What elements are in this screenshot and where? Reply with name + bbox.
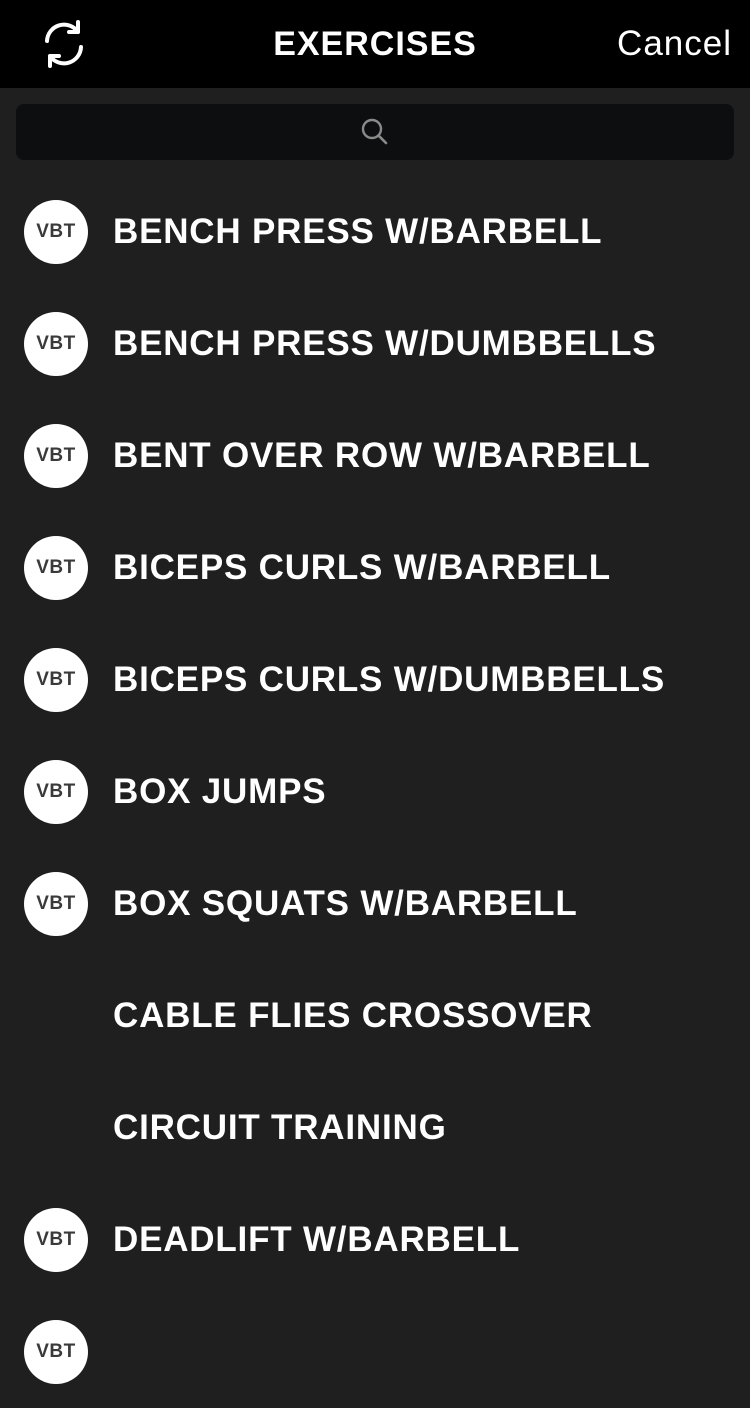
navigation-bar: EXERCISES Cancel [0,0,750,88]
vbt-badge: VBT [24,312,88,376]
vbt-badge: VBT [24,424,88,488]
exercise-label: BOX SQUATS W/BARBELL [113,884,578,923]
exercise-row[interactable]: VBT BENCH PRESS W/DUMBBELLS [0,288,750,400]
exercise-row[interactable]: VBT DEADLIFT W/BARBELL [0,1184,750,1296]
exercise-row[interactable]: VBT BOX SQUATS W/BARBELL [0,848,750,960]
exercise-row[interactable]: VBT [0,1296,750,1408]
exercise-label: BICEPS CURLS W/BARBELL [113,548,611,587]
exercise-row[interactable]: CIRCUIT TRAINING [0,1072,750,1184]
exercise-row[interactable]: VBT BENCH PRESS W/BARBELL [0,176,750,288]
vbt-badge: VBT [24,536,88,600]
exercise-row[interactable]: CABLE FLIES CROSSOVER [0,960,750,1072]
exercise-label: BENCH PRESS W/DUMBBELLS [113,324,657,363]
refresh-button[interactable] [34,16,94,72]
exercise-list: VBT BENCH PRESS W/BARBELL VBT BENCH PRES… [0,176,750,1408]
search-input[interactable] [16,104,738,162]
cancel-button[interactable]: Cancel [617,0,732,88]
exercise-row[interactable]: VBT BOX JUMPS [0,736,750,848]
search-bar[interactable] [16,104,738,162]
vbt-badge: VBT [24,1320,88,1384]
exercise-label: CABLE FLIES CROSSOVER [113,996,593,1035]
exercise-row[interactable]: VBT BICEPS CURLS W/BARBELL [0,512,750,624]
exercise-label: BICEPS CURLS W/DUMBBELLS [113,660,665,699]
vbt-badge: VBT [24,648,88,712]
exercise-label: DEADLIFT W/BARBELL [113,1220,521,1259]
exercise-row[interactable]: VBT BICEPS CURLS W/DUMBBELLS [0,624,750,736]
refresh-icon [45,20,83,68]
exercise-label: BOX JUMPS [113,772,327,811]
vbt-badge: VBT [24,760,88,824]
exercise-label: CIRCUIT TRAINING [113,1108,447,1147]
exercise-label: BENCH PRESS W/BARBELL [113,212,603,251]
vbt-badge: VBT [24,1208,88,1272]
vbt-badge: VBT [24,200,88,264]
exercise-row[interactable]: VBT BENT OVER ROW W/BARBELL [0,400,750,512]
vbt-badge: VBT [24,872,88,936]
exercise-label: BENT OVER ROW W/BARBELL [113,436,651,475]
